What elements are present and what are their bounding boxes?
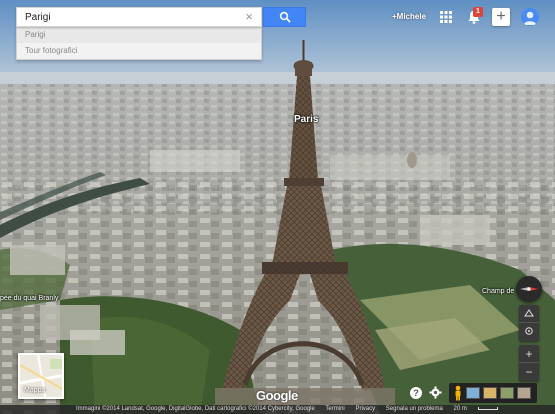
avatar[interactable] xyxy=(521,8,539,26)
close-icon[interactable]: × xyxy=(243,10,255,23)
map-imagery[interactable] xyxy=(0,0,555,414)
view-controls xyxy=(519,305,539,341)
scale-bar xyxy=(477,406,498,410)
map-view-toggle[interactable]: Mappa xyxy=(18,353,64,399)
terms-link[interactable]: Termini xyxy=(325,406,344,412)
suggestion-item[interactable]: Parigi xyxy=(17,27,261,43)
search-input[interactable] xyxy=(17,8,243,26)
zoom-controls: + − xyxy=(519,345,539,381)
compass-icon[interactable] xyxy=(516,276,542,302)
report-problem-link[interactable]: Segnala un problema xyxy=(386,406,443,412)
map-view-label: Mappa xyxy=(24,387,46,394)
photo-thumb-2[interactable] xyxy=(483,387,497,399)
rotate-icon[interactable] xyxy=(519,323,539,341)
imagery-strip xyxy=(449,383,537,403)
place-label-quai-branly[interactable]: pée du quai Branly xyxy=(0,295,58,302)
photo-thumb-1[interactable] xyxy=(466,387,480,399)
place-label-champ-de-mars[interactable]: Champ de xyxy=(482,288,514,295)
suggestions-dropdown: Parigi Tour fotografici xyxy=(16,27,262,60)
plus-icon: + xyxy=(496,8,506,25)
share-button[interactable]: + xyxy=(492,8,510,26)
notification-count-badge: 1 xyxy=(473,7,483,17)
imagery-credits[interactable]: Immagini ©2014 Landsat, Google, DigitalG… xyxy=(76,406,315,412)
photo-thumb-4[interactable] xyxy=(517,387,531,399)
footer-bar: Immagini ©2014 Landsat, Google, DigitalG… xyxy=(0,405,555,414)
gear-icon[interactable] xyxy=(429,386,442,399)
user-profile-link[interactable]: +Michele xyxy=(392,12,426,21)
map-3d-view[interactable] xyxy=(0,0,555,414)
google-logo: Google xyxy=(256,388,298,403)
zoom-in-button[interactable]: + xyxy=(519,345,539,363)
zoom-out-button[interactable]: − xyxy=(519,363,539,381)
privacy-link[interactable]: Privacy xyxy=(355,406,375,412)
search-button[interactable] xyxy=(263,7,306,27)
photo-thumb-3[interactable] xyxy=(500,387,514,399)
user-avatar-icon xyxy=(523,11,537,25)
suggestion-item[interactable]: Tour fotografici xyxy=(17,43,261,59)
help-button[interactable]: ? xyxy=(410,387,422,399)
search-panel: × Parigi Tour fotografici xyxy=(16,7,262,60)
tilt-icon[interactable] xyxy=(519,305,539,323)
scale-label: 20 m xyxy=(453,406,467,412)
pegman-icon[interactable] xyxy=(453,385,463,401)
search-box: × xyxy=(16,7,262,27)
city-label[interactable]: Paris xyxy=(294,114,318,125)
search-icon xyxy=(279,11,291,23)
apps-grid-icon[interactable] xyxy=(439,10,453,24)
